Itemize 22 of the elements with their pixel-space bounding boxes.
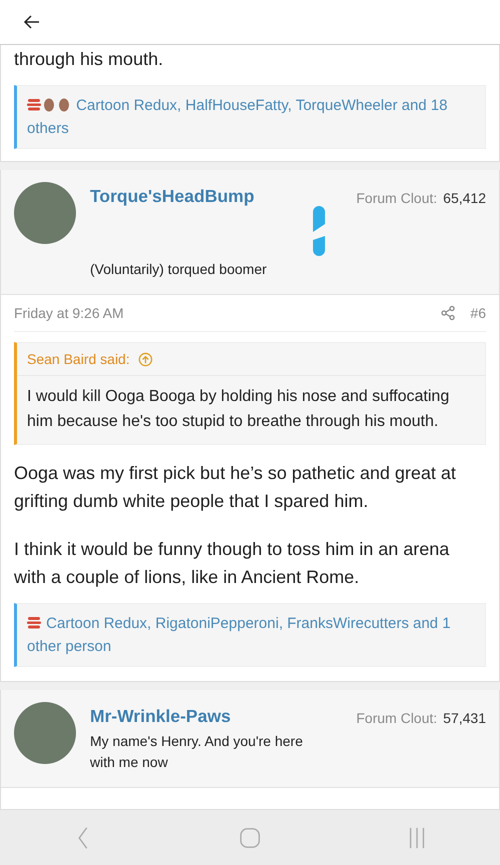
reactions-link[interactable]: Cartoon Redux, RigatoniPepperoni, FranksWirecutters and 1 other person [27,612,475,658]
user-title: My name's Henry. And you're here with me now [90,732,304,772]
post-text: I think it would be funny though to toss him in an arena with a couple of lions, like in Ancient Rome. [14,538,450,589]
burger-icon [27,98,41,112]
user-title: (Voluntarily) torqued boomer [90,260,268,279]
share-icon[interactable] [440,305,456,321]
clout-label: Forum Clout: [356,190,438,206]
username-link[interactable]: Mr-Wrinkle-Paws [90,706,342,727]
clout-value: 57,431 [443,710,486,726]
post-date[interactable]: Friday at 9:26 AM [14,305,430,321]
avatar-icon [57,98,71,112]
burger-icon [27,616,41,630]
post-text: through his mouth. [14,48,164,71]
reactions-link[interactable]: Cartoon Redux, HalfHouseFatty, TorqueWheeler and 18 others [27,94,475,140]
post-number-link[interactable]: #6 [470,305,486,321]
post-text: Ooga was my first pick but he’s so pathetic and great at grifting dumb white people that I spared him. [14,462,457,513]
quote-author[interactable]: Sean Baird said: [27,351,130,367]
clout-value: 65,412 [443,190,486,206]
quote-text: I would kill Ooga Booga by holding his nose and suffocating him because he's too stupid to breathe through his mouth. [26,387,450,432]
clout-label: Forum Clout: [356,710,438,726]
avatar-icon [42,98,56,112]
username-link[interactable]: Torque'sHeadBump [90,186,296,207]
